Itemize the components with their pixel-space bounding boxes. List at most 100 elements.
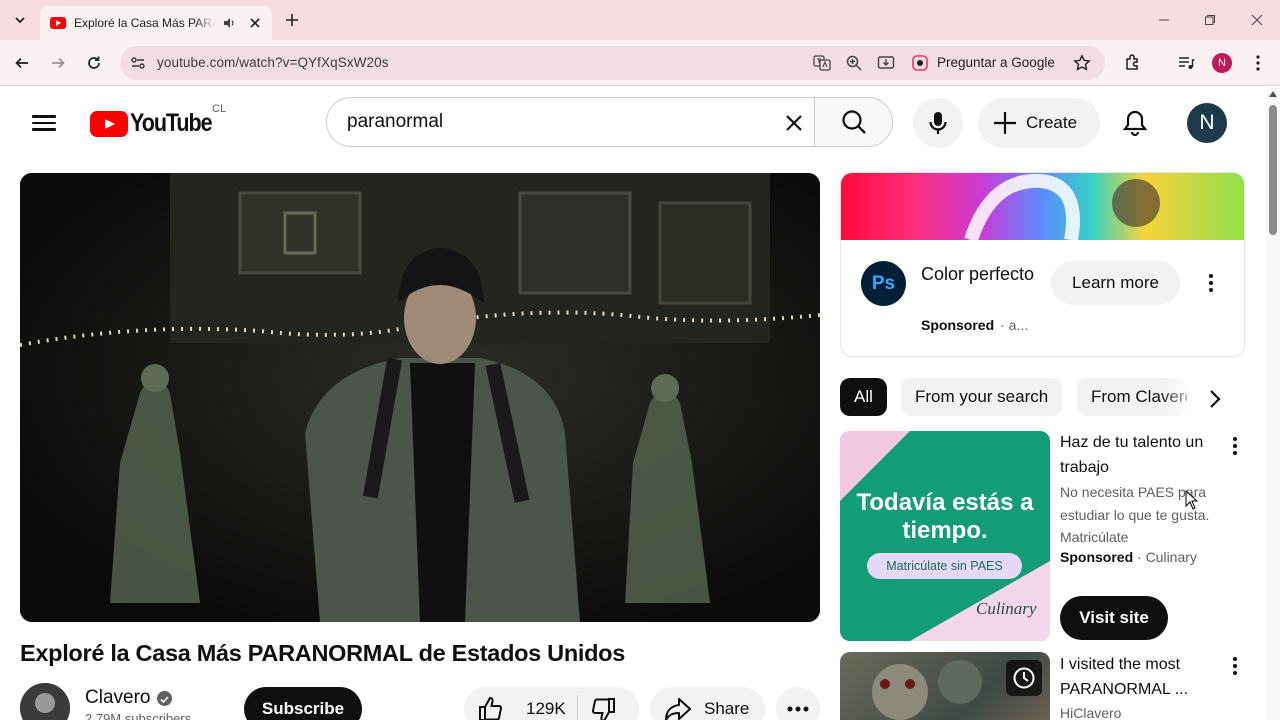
like-button[interactable]: 129K (476, 695, 566, 720)
chip-all[interactable]: All (840, 378, 887, 416)
related-video-menu-kebab-icon[interactable] (1223, 654, 1247, 678)
youtube-page: YouTube CL Create N (0, 87, 1266, 720)
sidebar-ad-sponsored-line: Sponsored · Culinary (1060, 549, 1197, 565)
create-label: Create (1026, 113, 1078, 132)
scroll-up-arrow-icon[interactable] (1269, 91, 1277, 97)
browser-tab-active[interactable]: Exploré la Casa Más PARANORMAL de Estado… (40, 6, 272, 40)
youtube-play-logo-icon (90, 110, 128, 137)
microphone-icon (929, 112, 947, 134)
sidebar-ad-title[interactable]: Haz de tu talento un trabajo (1060, 430, 1210, 480)
search-box (326, 97, 815, 147)
extensions-icon[interactable] (1123, 53, 1143, 73)
photoshop-logo-icon: Ps (861, 261, 906, 306)
like-count: 129K (526, 699, 566, 718)
visit-site-button[interactable]: Visit site (1060, 596, 1168, 640)
channel-avatar[interactable] (20, 683, 70, 720)
minimize-button[interactable] (1154, 10, 1174, 30)
subscribe-button[interactable]: Subscribe (244, 687, 362, 720)
sponsored-label: Sponsored (921, 317, 995, 333)
notifications-bell-icon[interactable] (1120, 108, 1150, 138)
chevron-right-icon[interactable] (1203, 387, 1227, 411)
more-actions-button[interactable] (776, 687, 820, 720)
ask-google-button[interactable]: Preguntar a Google (905, 50, 1063, 76)
checkmark-icon (160, 695, 170, 703)
watch-later-button[interactable] (1006, 660, 1042, 696)
bookmark-star-icon[interactable] (1073, 54, 1091, 72)
new-tab-icon[interactable] (282, 10, 302, 30)
channel-avatar-image (20, 683, 70, 720)
sidebar-ad-thumbnail[interactable]: Todavía estás a tiempo. Matricúlate sin … (840, 431, 1050, 641)
thumbnail-brand-logo: Culinary (976, 599, 1037, 618)
like-dislike-group: 129K (464, 687, 639, 720)
thumbnail-headline: Todavía estás a tiempo. (856, 489, 1034, 544)
plus-icon (994, 112, 1016, 134)
more-horizontal-icon (787, 706, 809, 712)
page-scrollbar[interactable] (1266, 87, 1280, 720)
account-avatar[interactable]: N (1187, 103, 1227, 143)
thumbs-up-icon (479, 696, 503, 720)
video-frame (20, 173, 820, 622)
address-bar[interactable]: youtube.com/watch?v=QYfXqSxW20s Pregunta… (120, 46, 1105, 80)
arrow-left-icon (15, 57, 28, 69)
learn-more-button[interactable]: Learn more (1051, 261, 1180, 305)
create-button[interactable]: Create (978, 98, 1100, 148)
clear-search-icon[interactable] (782, 111, 806, 135)
video-title: Exploré la Casa Más PARANORMAL de Estado… (20, 640, 626, 666)
search-input[interactable] (347, 111, 767, 133)
scrollbar-thumb[interactable] (1269, 105, 1277, 235)
search-icon (841, 110, 866, 134)
chip-from-your-search[interactable]: From your search (901, 378, 1063, 416)
media-controls-icon[interactable] (1176, 53, 1196, 73)
close-tab-icon[interactable] (248, 16, 262, 30)
guide-menu-button[interactable] (32, 111, 58, 133)
arrow-right-icon (52, 57, 65, 69)
video-player[interactable] (20, 173, 820, 622)
related-video-title[interactable]: I visited the most PARANORMAL ... (1060, 652, 1210, 702)
back-button[interactable] (11, 52, 33, 74)
sidebar-ad-menu-kebab-icon[interactable] (1223, 434, 1247, 458)
browser-toolbar: youtube.com/watch?v=QYfXqSxW20s Pregunta… (0, 40, 1280, 86)
browser-profile-avatar[interactable]: N (1212, 53, 1232, 73)
tab-title: Exploré la Casa Más PARANORMAL de Estado… (74, 16, 216, 30)
subscriber-count: 2.79M subscribers (85, 711, 192, 720)
site-settings-icon[interactable] (128, 53, 148, 73)
reload-icon (88, 56, 100, 69)
google-lens-icon (912, 55, 928, 71)
install-app-icon[interactable] (877, 54, 895, 72)
tab-search-button[interactable] (8, 8, 32, 32)
translate-icon[interactable] (813, 54, 831, 72)
sponsored-label: Sponsored (1060, 549, 1134, 565)
minimize-icon (1159, 19, 1169, 21)
related-video-thumbnail[interactable] (840, 652, 1050, 720)
thumbs-down-icon[interactable] (590, 696, 618, 720)
browser-menu-icon[interactable] (1248, 53, 1268, 73)
reload-button[interactable] (83, 52, 105, 74)
sidebar-ad-description: No necesita PAES para estudiar lo que te… (1060, 484, 1210, 545)
country-code: CL (212, 103, 227, 115)
mouse-cursor-icon (1185, 490, 1199, 510)
hamburger-icon (32, 115, 56, 118)
forward-button[interactable] (47, 52, 69, 74)
ad-menu-kebab-icon[interactable] (1199, 271, 1223, 295)
share-arrow-icon (665, 698, 691, 720)
ad-sponsored-line: Sponsored · a... (921, 317, 1028, 333)
channel-name: Clavero (85, 687, 151, 708)
youtube-logo[interactable]: YouTube CL (90, 103, 226, 138)
browser-tabstrip: Exploré la Casa Más PARANORMAL de Estado… (0, 0, 1280, 40)
ad-banner-image (841, 173, 1244, 243)
sponsored-ad-card[interactable]: Ps Color perfecto Sponsored · a... Learn… (840, 172, 1245, 357)
voice-search-button[interactable] (913, 98, 963, 148)
chip-fade (1160, 378, 1200, 416)
related-video-channel[interactable]: HiClavero (1060, 705, 1121, 720)
restore-button[interactable] (1200, 10, 1220, 30)
channel-name-link[interactable]: Clavero (85, 687, 173, 709)
ask-google-label: Preguntar a Google (937, 55, 1055, 70)
logo-wordmark: YouTube (130, 109, 213, 137)
search-button[interactable] (814, 97, 893, 147)
share-button[interactable]: Share (650, 687, 765, 720)
sidebar-ad-advertiser: · Culinary (1133, 549, 1197, 565)
close-window-button[interactable] (1247, 10, 1267, 30)
zoom-icon[interactable] (845, 54, 863, 72)
speaker-icon[interactable] (222, 16, 236, 30)
ad-banner-art (964, 173, 1160, 243)
